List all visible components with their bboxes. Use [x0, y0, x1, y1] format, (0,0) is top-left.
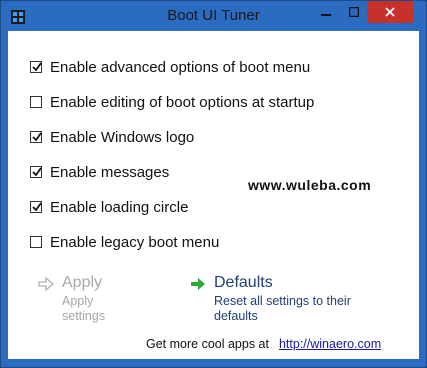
checkbox[interactable]	[30, 61, 42, 73]
close-button[interactable]	[367, 1, 413, 23]
option-legacy-boot-menu[interactable]: Enable legacy boot menu	[30, 232, 219, 252]
apply-label: Apply	[62, 274, 103, 291]
option-label: Enable Windows logo	[50, 128, 195, 146]
checkmark-icon	[32, 202, 42, 212]
checkmark-icon	[32, 62, 42, 72]
option-messages[interactable]: Enable messages	[30, 162, 169, 182]
option-label: Enable advanced options of boot menu	[50, 58, 311, 76]
footer-text: Get more cool apps at	[146, 337, 269, 351]
checkmark-icon	[32, 132, 42, 142]
checkbox[interactable]	[30, 201, 42, 213]
title-bar[interactable]: Boot UI Tuner	[1, 1, 426, 31]
defaults-label: Defaults	[214, 274, 273, 291]
app-window: Boot UI Tuner Enable advanced options of…	[0, 0, 427, 368]
option-label: Enable messages	[50, 163, 170, 181]
option-label: Enable loading circle	[50, 198, 189, 216]
arrow-right-icon	[38, 276, 54, 296]
option-editing-boot-options[interactable]: Enable editing of boot options at startu…	[30, 92, 314, 112]
minimize-icon	[320, 14, 331, 16]
checkbox[interactable]	[30, 96, 42, 108]
option-advanced-boot-menu[interactable]: Enable advanced options of boot menu	[30, 57, 310, 77]
close-icon	[385, 7, 395, 17]
winaero-link[interactable]: http://winaero.com	[279, 337, 381, 351]
option-label: Enable legacy boot menu	[50, 233, 220, 251]
minimize-button[interactable]	[311, 1, 340, 23]
client-area: Enable advanced options of boot menu Ena…	[8, 31, 419, 359]
checkbox[interactable]	[30, 236, 42, 248]
maximize-icon	[348, 7, 359, 17]
checkmark-icon	[32, 167, 42, 177]
apply-description: Apply settings	[62, 294, 106, 323]
arrow-right-icon	[190, 277, 206, 296]
footer: Get more cool apps at http://winaero.com	[146, 337, 381, 351]
option-label: Enable editing of boot options at startu…	[50, 93, 315, 111]
watermark-text: www.wuleba.com	[248, 177, 372, 193]
maximize-button[interactable]	[339, 1, 368, 23]
defaults-description: Reset all settings to their defaults	[214, 294, 351, 323]
option-loading-circle[interactable]: Enable loading circle	[30, 197, 188, 217]
checkbox[interactable]	[30, 166, 42, 178]
checkbox[interactable]	[30, 131, 42, 143]
option-windows-logo[interactable]: Enable Windows logo	[30, 127, 194, 147]
